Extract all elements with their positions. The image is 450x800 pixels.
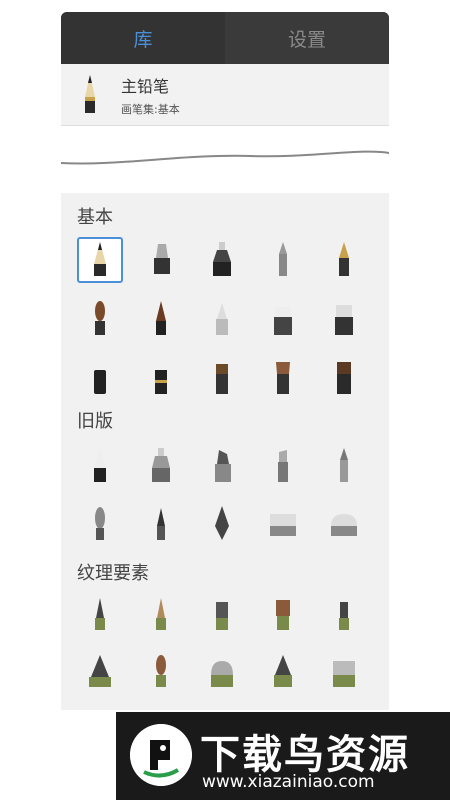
current-brush-name: 主铅笔 bbox=[121, 76, 170, 96]
brush-block-eraser[interactable] bbox=[260, 296, 306, 342]
pencil-icon bbox=[94, 242, 106, 276]
chisel-marker-icon bbox=[278, 450, 288, 482]
section-title-legacy: 旧版 bbox=[77, 411, 113, 432]
pencil-icon bbox=[85, 74, 95, 113]
texture-brush-icon bbox=[276, 600, 290, 630]
wide-brush-icon bbox=[337, 362, 351, 394]
brush-legacy-airbrush[interactable] bbox=[138, 443, 184, 489]
brush-legacy-round-eraser[interactable] bbox=[321, 501, 367, 547]
texture-brush-icon bbox=[211, 661, 233, 687]
eraser-icon bbox=[270, 514, 296, 536]
soft-eraser-icon bbox=[216, 303, 228, 335]
brush-texture-1[interactable] bbox=[77, 591, 123, 637]
tab-library[interactable]: 库 bbox=[61, 12, 225, 64]
hard-eraser-icon bbox=[335, 305, 353, 335]
brush-paintbrush[interactable] bbox=[77, 296, 123, 342]
texture-brush-icon bbox=[156, 655, 166, 687]
brush-airbrush[interactable] bbox=[199, 237, 245, 283]
brush-pointed-brush[interactable] bbox=[138, 296, 184, 342]
brush-pen[interactable] bbox=[260, 237, 306, 283]
pen-icon bbox=[279, 242, 287, 276]
brush-texture-3[interactable] bbox=[199, 591, 245, 637]
brush-bristle[interactable] bbox=[199, 355, 245, 401]
brush-texture-2[interactable] bbox=[138, 591, 184, 637]
brush-texture-10[interactable] bbox=[321, 648, 367, 694]
brush-library: 基本 旧版 纹理要素 bbox=[61, 193, 389, 710]
round-eraser-icon bbox=[331, 514, 357, 536]
watermark-banner: 下载鸟资源 www.xiazainiao.com bbox=[116, 712, 450, 800]
pointed-brush-icon bbox=[157, 508, 165, 540]
brush-texture-4[interactable] bbox=[260, 591, 306, 637]
airbrush-icon bbox=[152, 448, 170, 482]
brush-texture-8[interactable] bbox=[199, 648, 245, 694]
brush-legacy-pointed[interactable] bbox=[138, 501, 184, 547]
stroke-preview bbox=[61, 150, 389, 165]
airbrush-icon bbox=[213, 242, 231, 276]
brush-marker[interactable] bbox=[138, 237, 184, 283]
current-brush[interactable]: 主铅笔 画笔集:基本 bbox=[61, 64, 389, 126]
brush-fountain-pen[interactable] bbox=[321, 237, 367, 283]
brush-legacy-paintbrush[interactable] bbox=[77, 501, 123, 547]
texture-brush-icon bbox=[156, 598, 166, 630]
texture-brush-icon bbox=[216, 602, 228, 630]
marker-icon bbox=[215, 450, 231, 482]
brush-wide[interactable] bbox=[321, 355, 367, 401]
fountain-pen-icon bbox=[339, 242, 349, 276]
tab-bar: 库 设置 bbox=[61, 12, 389, 64]
brush-fan[interactable] bbox=[260, 355, 306, 401]
brush-texture-9[interactable] bbox=[260, 648, 306, 694]
flat-brush-icon bbox=[94, 370, 106, 394]
bristle-brush-icon bbox=[216, 364, 228, 394]
brush-flat-gold[interactable] bbox=[138, 355, 184, 401]
brush-hard-eraser[interactable] bbox=[321, 296, 367, 342]
brush-soft-eraser[interactable] bbox=[199, 296, 245, 342]
fan-brush-icon bbox=[276, 362, 290, 394]
section-title-texture: 纹理要素 bbox=[77, 563, 149, 584]
brush-legacy-nib[interactable] bbox=[199, 501, 245, 547]
brush-legacy-marker[interactable] bbox=[199, 443, 245, 489]
paintbrush-icon bbox=[95, 301, 105, 335]
texture-brush-icon bbox=[274, 655, 292, 687]
banner-url: www.xiazainiao.com bbox=[202, 772, 375, 792]
brush-texture-5[interactable] bbox=[321, 591, 367, 637]
brush-flat-black[interactable] bbox=[77, 355, 123, 401]
section-title-basic: 基本 bbox=[77, 207, 113, 228]
current-brush-set: 画笔集:基本 bbox=[121, 102, 180, 116]
texture-brush-icon bbox=[333, 661, 355, 687]
brush-texture-6[interactable] bbox=[77, 648, 123, 694]
paintbrush-icon bbox=[95, 507, 105, 540]
flat-brush-gold-icon bbox=[155, 370, 167, 394]
pointed-brush-icon bbox=[156, 301, 166, 335]
pencil-icon bbox=[94, 448, 106, 482]
block-eraser-icon bbox=[274, 307, 292, 335]
brush-legacy-pen[interactable] bbox=[321, 443, 367, 489]
brush-legacy-chisel[interactable] bbox=[260, 443, 306, 489]
texture-brush-icon bbox=[95, 598, 105, 630]
brush-legacy-eraser[interactable] bbox=[260, 501, 306, 547]
marker-icon bbox=[154, 244, 170, 274]
brush-texture-7[interactable] bbox=[138, 648, 184, 694]
texture-brush-icon bbox=[89, 655, 111, 687]
pen-icon bbox=[340, 448, 348, 482]
pen-nib-icon bbox=[215, 506, 229, 540]
brush-pencil[interactable] bbox=[77, 237, 123, 283]
brush-panel: 库 设置 主铅笔 画笔集:基本 bbox=[61, 12, 389, 126]
tab-settings[interactable]: 设置 bbox=[225, 12, 389, 64]
brush-legacy-pencil[interactable] bbox=[77, 443, 123, 489]
bird-logo-icon bbox=[130, 724, 192, 786]
texture-brush-icon bbox=[339, 602, 349, 630]
